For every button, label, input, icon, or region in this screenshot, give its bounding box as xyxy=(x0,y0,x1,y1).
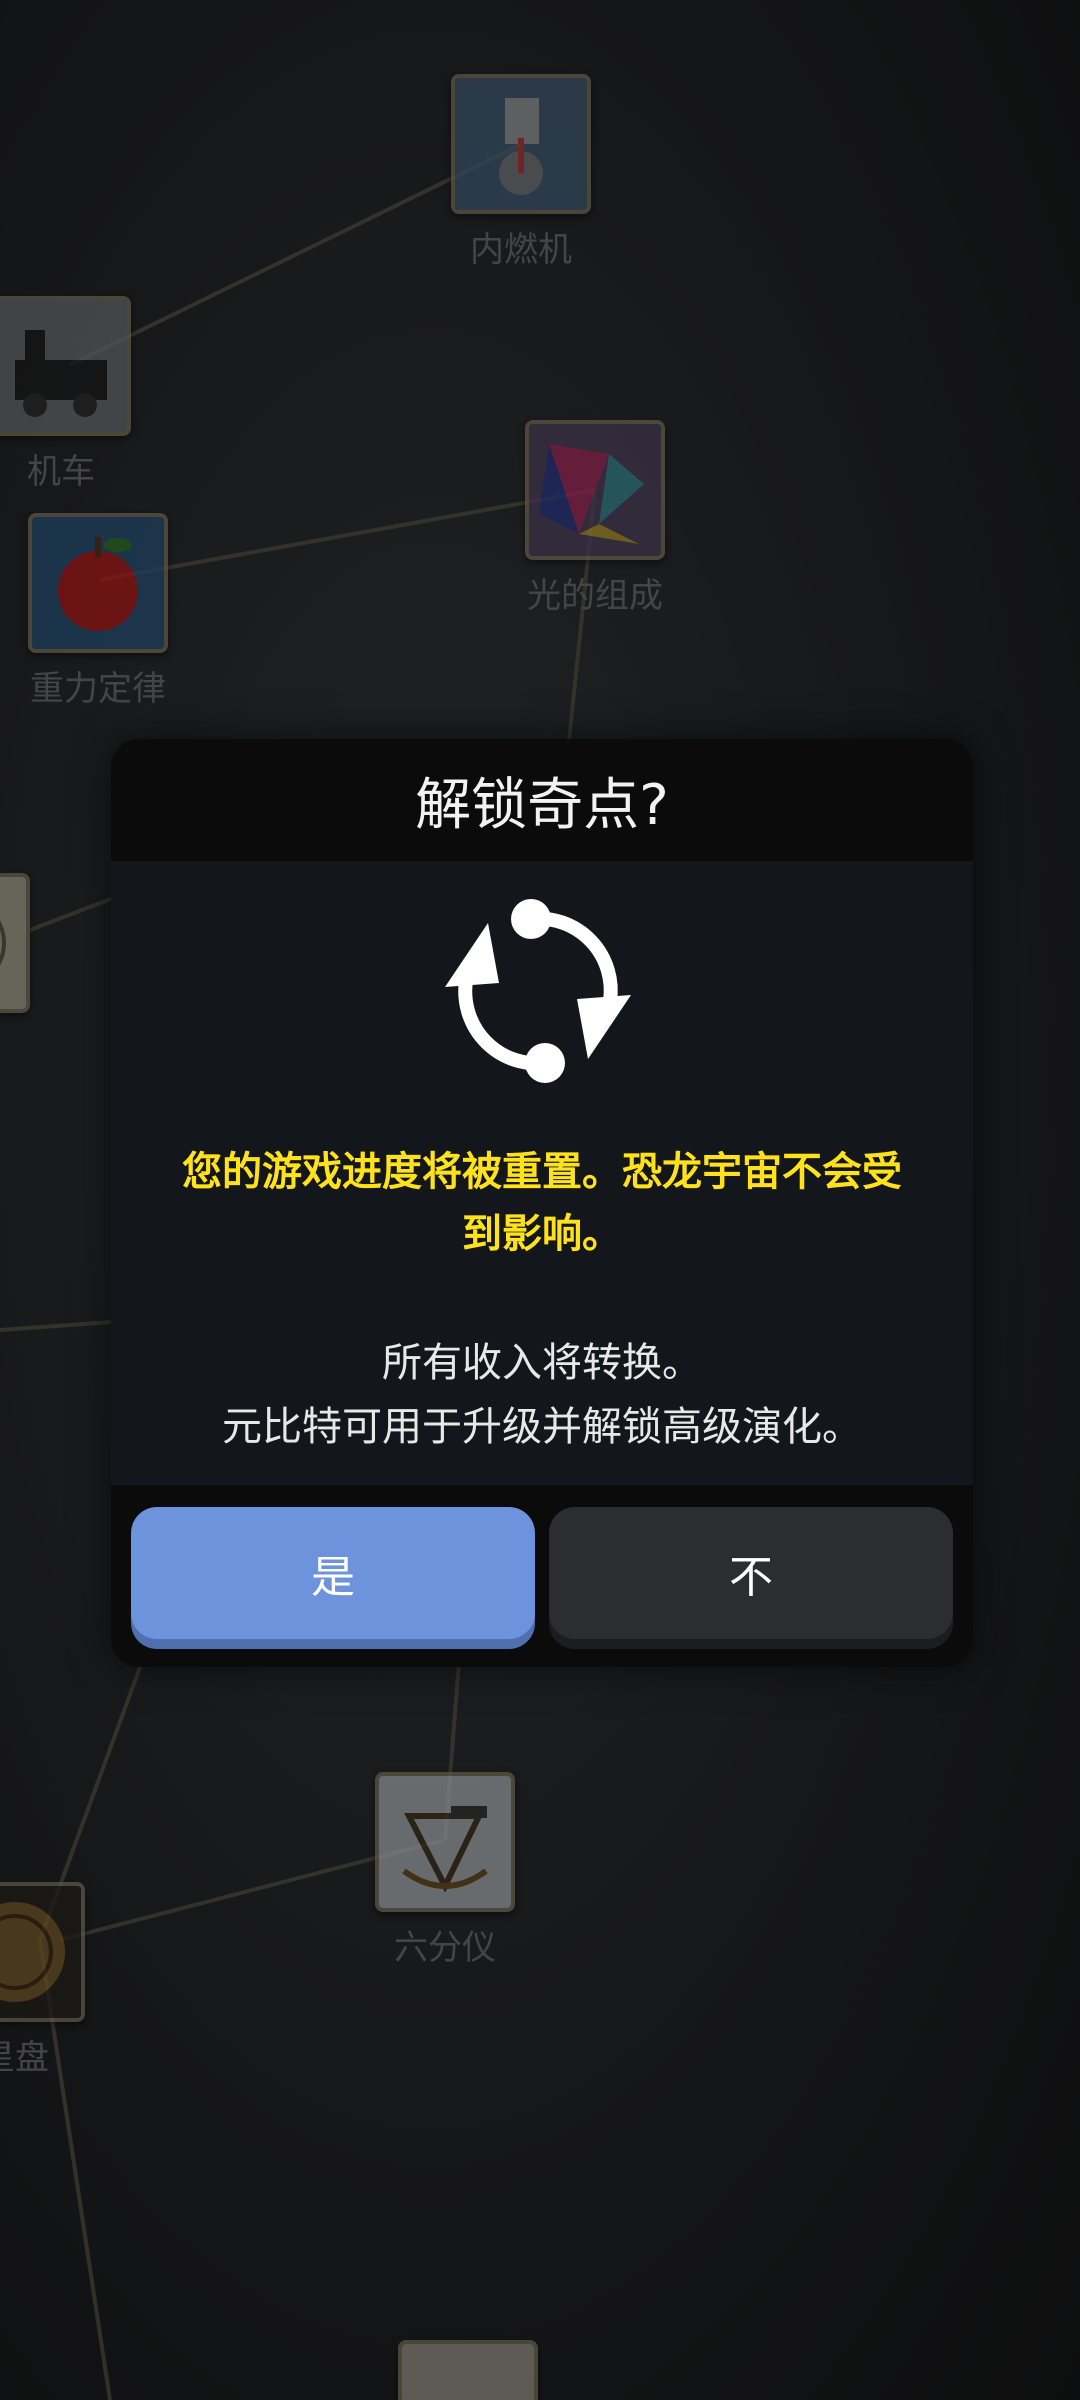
dialog-body: 您的游戏进度将被重置。恐龙宇宙不会受 到影响。 所有收入将转换。 元比特可用于升… xyxy=(111,861,973,1485)
reset-cycle-icon xyxy=(445,899,631,1083)
warning-line-1: 您的游戏进度将被重置。恐龙宇宙不会受 xyxy=(182,1149,902,1195)
info-line-1: 所有收入将转换。 xyxy=(382,1340,702,1386)
research-tree-screen: 内燃机 机车 光的组成 重力定律 六分仪 盘 解锁奇点? 您的游戏进度将被重置。… xyxy=(0,0,1080,2400)
dialog-title: 解锁奇点? xyxy=(415,772,669,838)
dialog-header: 解锁奇点? xyxy=(111,739,973,861)
unlock-singularity-dialog: 解锁奇点? 您的游戏进度将被重置。恐龙宇宙不会受 到影响。 所有收入将转换。 元… xyxy=(111,739,973,1667)
warning-line-2: 到影响。 xyxy=(462,1211,622,1257)
conversion-info-text: 所有收入将转换。 元比特可用于升级并解锁高级演化。 xyxy=(141,1331,943,1459)
cancel-no-button[interactable]: 不 xyxy=(549,1507,953,1639)
reset-warning-text: 您的游戏进度将被重置。恐龙宇宙不会受 到影响。 xyxy=(141,1141,943,1265)
dialog-footer: 是 不 xyxy=(111,1485,973,1667)
info-line-2: 元比特可用于升级并解锁高级演化。 xyxy=(222,1404,862,1450)
confirm-yes-button[interactable]: 是 xyxy=(131,1507,535,1639)
